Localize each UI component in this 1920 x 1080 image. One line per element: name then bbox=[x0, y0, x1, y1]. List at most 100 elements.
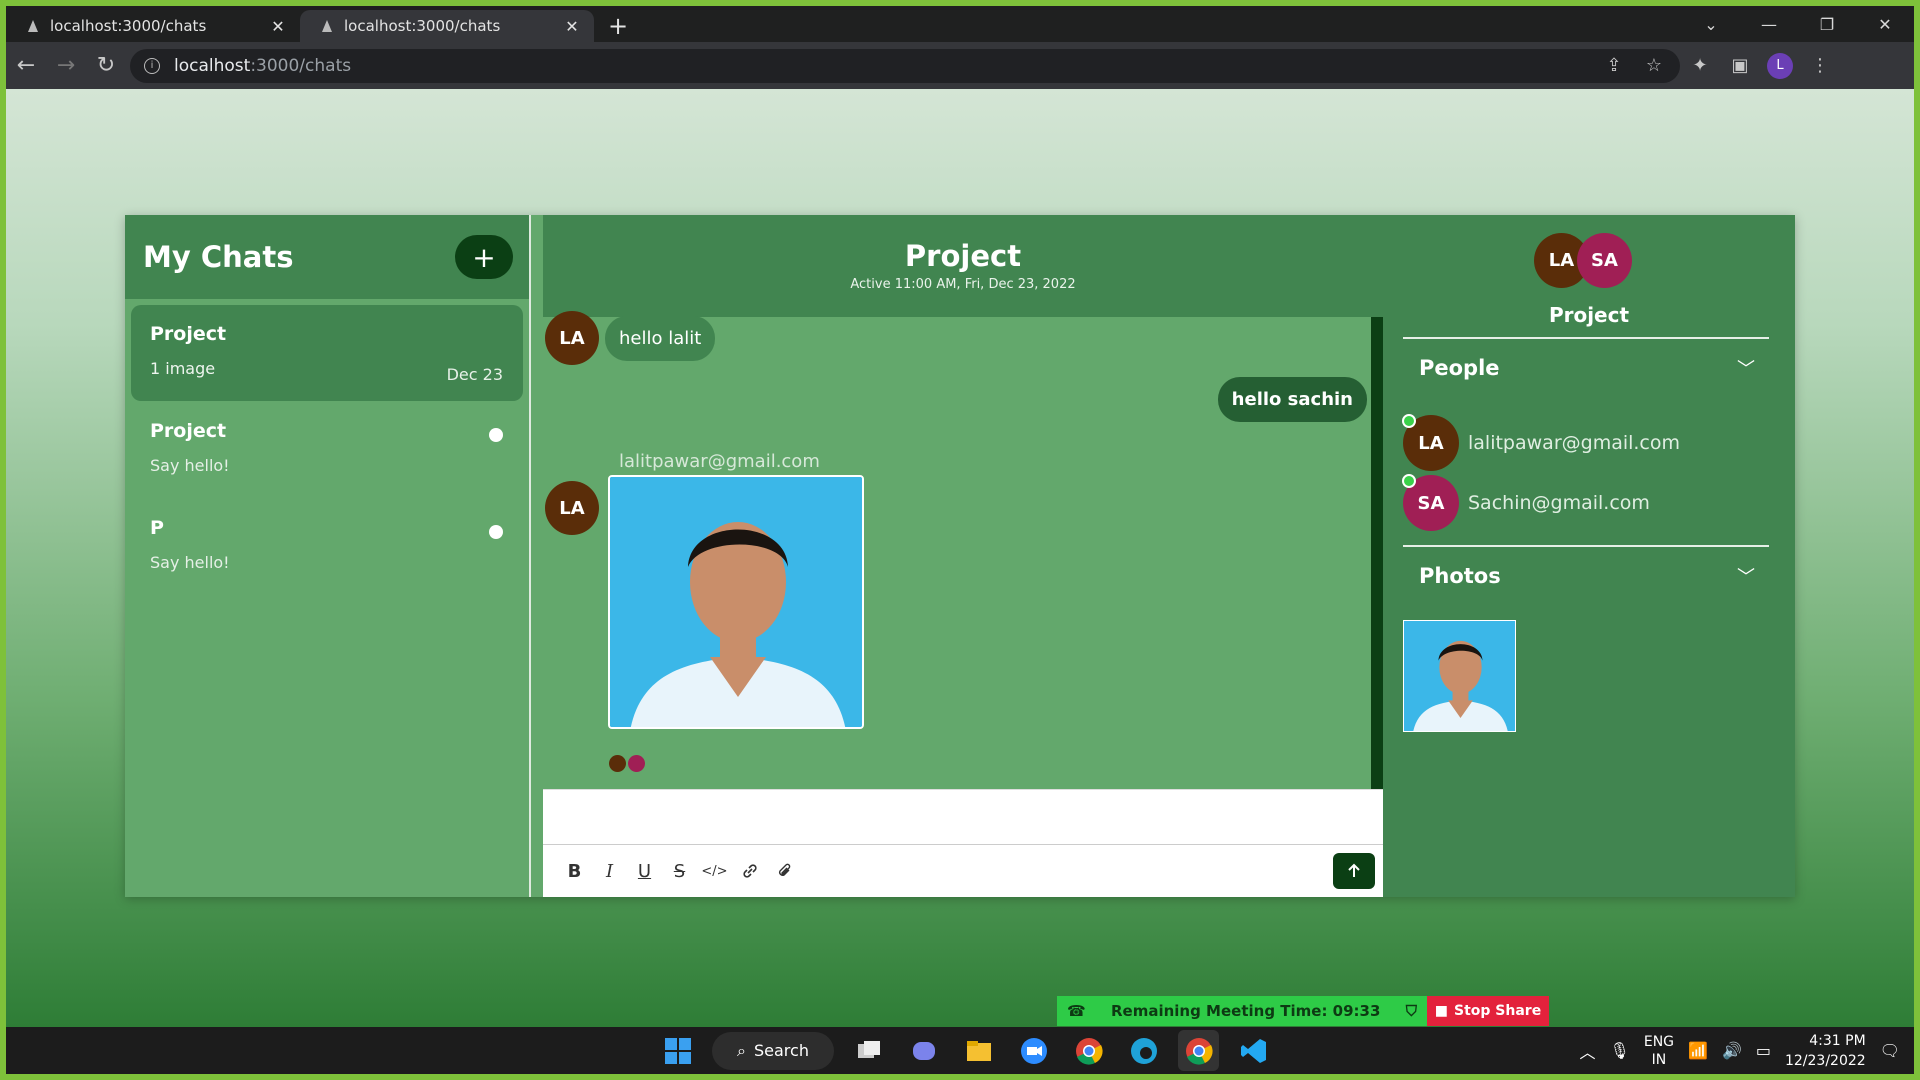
italic-icon[interactable]: I bbox=[592, 854, 627, 889]
new-tab-button[interactable]: + bbox=[602, 10, 634, 42]
chat-name: Project bbox=[150, 323, 227, 345]
language-indicator[interactable]: ENG IN bbox=[1644, 1033, 1674, 1069]
strikethrough-icon[interactable]: S bbox=[662, 854, 697, 889]
chat-list-item[interactable]: Project 1 image Dec 23 bbox=[131, 305, 523, 401]
avatar-initials: SA bbox=[1417, 492, 1445, 514]
back-icon[interactable]: ← bbox=[6, 46, 46, 86]
volume-icon[interactable]: 🔊 bbox=[1722, 1041, 1742, 1060]
arrow-up-icon bbox=[1348, 863, 1360, 877]
menu-icon[interactable]: ⋮ bbox=[1800, 46, 1840, 86]
vscode-icon[interactable] bbox=[1233, 1030, 1274, 1071]
chat-list-item[interactable]: P Say hello! bbox=[131, 499, 523, 595]
people-section-header[interactable]: People ﹀ bbox=[1419, 355, 1755, 381]
teams-chat-icon[interactable] bbox=[903, 1030, 944, 1071]
send-button[interactable] bbox=[1333, 853, 1375, 889]
portrait-image bbox=[610, 477, 862, 727]
file-explorer-icon[interactable] bbox=[958, 1030, 999, 1071]
site-info-icon[interactable]: i bbox=[144, 57, 160, 74]
image-message[interactable] bbox=[608, 475, 864, 729]
extensions-icon[interactable]: ✦ bbox=[1680, 46, 1720, 86]
chevron-up-icon[interactable]: ︿ bbox=[1580, 1039, 1596, 1063]
chat-name: Project bbox=[150, 420, 227, 442]
minimize-icon[interactable]: — bbox=[1740, 6, 1798, 42]
close-window-icon[interactable]: ✕ bbox=[1856, 6, 1914, 42]
section-divider bbox=[1403, 337, 1769, 339]
message-scrollbar[interactable] bbox=[1371, 317, 1383, 789]
favicon-icon bbox=[320, 19, 334, 33]
bookmark-star-icon[interactable]: ☆ bbox=[1634, 46, 1674, 86]
tab-search-icon[interactable]: ⌄ bbox=[1682, 6, 1740, 42]
chrome-icon[interactable] bbox=[1068, 1030, 1109, 1071]
taskbar-search[interactable]: ⌕ Search bbox=[712, 1031, 834, 1070]
message-list[interactable]: LA hello lalit hello sachin lalitpawar@g… bbox=[543, 311, 1383, 789]
remaining-time: Remaining Meeting Time: 09:33 bbox=[1110, 1002, 1381, 1020]
read-receipts bbox=[609, 755, 645, 772]
bold-icon[interactable]: B bbox=[557, 854, 592, 889]
chat-app: My Chats + Project 1 image Dec 23 Projec… bbox=[125, 215, 1795, 897]
conversation-panel: Project Active 11:00 AM, Fri, Dec 23, 20… bbox=[543, 215, 1383, 897]
wifi-icon[interactable]: 📶 bbox=[1688, 1041, 1708, 1060]
online-indicator bbox=[1402, 474, 1416, 488]
tab-title: localhost:3000/chats bbox=[50, 17, 207, 35]
attach-icon[interactable] bbox=[767, 854, 802, 889]
message-input[interactable] bbox=[543, 790, 1383, 845]
message-bubble: hello lalit bbox=[605, 315, 716, 361]
group-avatars: LA SA bbox=[1534, 233, 1632, 288]
browser-tab[interactable]: localhost:3000/chats ✕ bbox=[6, 10, 300, 42]
windows-start-icon[interactable] bbox=[657, 1030, 698, 1071]
chevron-down-icon[interactable]: ﹀ bbox=[1737, 563, 1755, 589]
zoom-icon[interactable] bbox=[1013, 1030, 1054, 1071]
share-icon[interactable]: ⇪ bbox=[1594, 46, 1634, 86]
system-tray: ︿ 🎙 ENG IN 📶 🔊 ▭ 4:31 PM 12/23/2022 🗨 bbox=[1580, 1027, 1900, 1074]
chat-list-item[interactable]: Project Say hello! bbox=[131, 402, 523, 498]
photo-thumbnail[interactable] bbox=[1403, 620, 1516, 732]
conversation-title: Project bbox=[904, 239, 1022, 273]
microphone-icon[interactable]: 🎙 bbox=[1610, 1041, 1630, 1060]
close-tab-icon[interactable]: ✕ bbox=[562, 16, 582, 36]
reload-icon[interactable]: ↻ bbox=[86, 46, 126, 86]
avatar: LA bbox=[545, 481, 599, 535]
notification-icon[interactable]: 🗨 bbox=[1880, 1041, 1900, 1060]
forward-icon[interactable]: → bbox=[46, 46, 86, 86]
conversation-status: Active 11:00 AM, Fri, Dec 23, 2022 bbox=[850, 277, 1076, 292]
stop-share-button[interactable]: ■ Stop Share bbox=[1427, 996, 1549, 1026]
link-icon[interactable] bbox=[732, 854, 767, 889]
chat-list: Project 1 image Dec 23 Project Say hello… bbox=[125, 299, 529, 602]
person-email: lalitpawar@gmail.com bbox=[1468, 432, 1681, 454]
read-receipt-dot bbox=[628, 755, 645, 772]
portrait-thumbnail-image bbox=[1404, 621, 1515, 731]
browser-toolbar: ← → ↻ i localhost:3000/chats ⇪ ☆ ✦ ▣ L ⋮ bbox=[6, 42, 1914, 89]
address-bar[interactable]: i localhost:3000/chats ⇪ ☆ bbox=[130, 46, 1680, 86]
profile-button[interactable]: L bbox=[1760, 46, 1800, 86]
avatar-initials: LA bbox=[1418, 432, 1444, 454]
my-chats-panel: My Chats + Project 1 image Dec 23 Projec… bbox=[125, 215, 529, 897]
favicon-icon bbox=[26, 19, 40, 33]
new-chat-button[interactable]: + bbox=[455, 235, 513, 279]
tab-title: localhost:3000/chats bbox=[344, 17, 501, 35]
task-view-icon[interactable] bbox=[848, 1030, 889, 1071]
edge-icon[interactable] bbox=[1123, 1030, 1164, 1071]
person-item[interactable]: SA Sachin@gmail.com bbox=[1402, 474, 1650, 531]
conversation-header: Project Active 11:00 AM, Fri, Dec 23, 20… bbox=[543, 215, 1383, 317]
side-panel-icon[interactable]: ▣ bbox=[1720, 46, 1760, 86]
unread-dot bbox=[489, 428, 503, 442]
message-composer: B I U S </> bbox=[543, 789, 1383, 897]
photos-section-header[interactable]: Photos ﹀ bbox=[1419, 563, 1755, 589]
person-item[interactable]: LA lalitpawar@gmail.com bbox=[1402, 414, 1681, 471]
chat-name: P bbox=[150, 517, 164, 539]
message-row-outgoing: hello sachin bbox=[1217, 377, 1367, 422]
chrome-profile-icon[interactable] bbox=[1178, 1030, 1219, 1071]
clock-time: 4:31 PM bbox=[1809, 1032, 1866, 1049]
chevron-down-icon[interactable]: ﹀ bbox=[1737, 355, 1755, 381]
battery-icon[interactable]: ▭ bbox=[1756, 1041, 1771, 1060]
taskbar-apps: ⌕ Search bbox=[657, 1027, 1274, 1074]
restore-icon[interactable]: ❐ bbox=[1798, 6, 1856, 42]
sender-email: lalitpawar@gmail.com bbox=[619, 451, 820, 472]
underline-icon[interactable]: U bbox=[627, 854, 662, 889]
browser-tab-active[interactable]: localhost:3000/chats ✕ bbox=[300, 10, 594, 42]
profile-avatar: L bbox=[1767, 52, 1793, 79]
code-icon[interactable]: </> bbox=[697, 854, 732, 889]
clock[interactable]: 4:31 PM 12/23/2022 bbox=[1785, 1031, 1866, 1071]
close-tab-icon[interactable]: ✕ bbox=[268, 16, 288, 36]
url-path: :3000/chats bbox=[250, 55, 352, 76]
